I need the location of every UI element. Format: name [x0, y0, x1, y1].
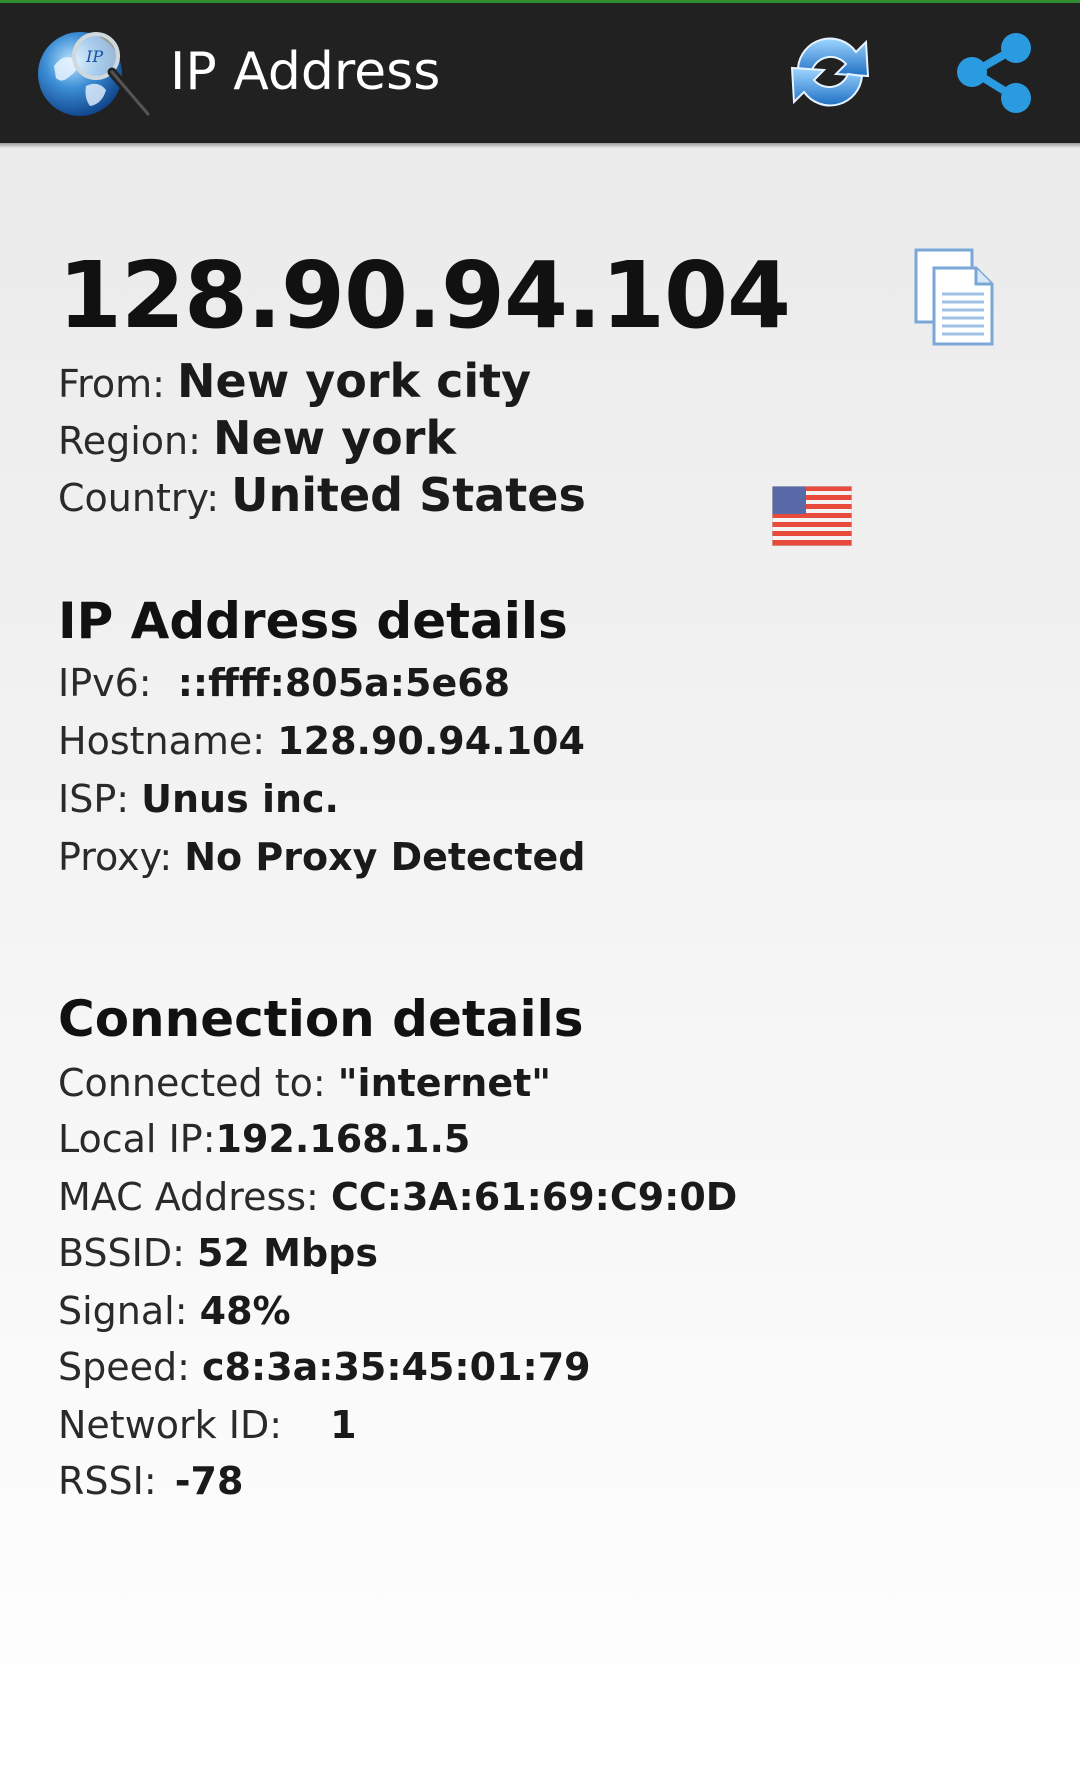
network-id-row: Network ID: 1 [58, 1402, 357, 1448]
isp-row: ISP: Unus inc. [58, 776, 339, 822]
from-label: From: [58, 362, 165, 406]
region-row: Region: New york [58, 415, 456, 464]
mac-value: CC:3A:61:69:C9:0D [330, 1175, 738, 1219]
ip-address-value[interactable]: 128.90.94.104 [58, 246, 791, 346]
action-bar [0, 3, 1080, 143]
app-title: IP Address [170, 42, 441, 102]
country-row: Country: United States [58, 472, 586, 521]
country-value: United States [231, 468, 586, 522]
hostname-value: 128.90.94.104 [277, 719, 585, 763]
from-row: From: New york city [58, 358, 531, 407]
globe-magnifier-icon: IP [36, 26, 158, 122]
bssid-row: BSSID: 52 Mbps [58, 1230, 378, 1276]
action-bar-shadow [0, 143, 1080, 148]
rssi-value: -78 [174, 1459, 244, 1503]
ipv6-label: IPv6: [58, 661, 152, 705]
local-ip-value: 192.168.1.5 [215, 1117, 471, 1161]
connected-row: Connected to: "internet" [58, 1060, 551, 1106]
connected-value: "internet" [337, 1061, 552, 1105]
share-icon[interactable] [950, 28, 1040, 118]
signal-row: Signal: 48% [58, 1288, 291, 1334]
local-ip-label: Local IP: [58, 1117, 216, 1161]
signal-value: 48% [199, 1289, 291, 1333]
speed-row: Speed: c8:3a:35:45:01:79 [58, 1344, 591, 1390]
region-value: New york [212, 411, 457, 465]
svg-text:IP: IP [85, 47, 103, 66]
bssid-value: 52 Mbps [197, 1231, 378, 1275]
isp-label: ISP: [58, 777, 130, 821]
hostname-row: Hostname: 128.90.94.104 [58, 718, 585, 764]
ipv6-value: ::ffff:805a:5e68 [177, 661, 511, 705]
rssi-row: RSSI: -78 [58, 1458, 243, 1504]
connection-details-heading: Connection details [58, 990, 584, 1048]
rssi-label: RSSI: [58, 1459, 157, 1503]
local-ip-row: Local IP:192.168.1.5 [58, 1116, 470, 1162]
connected-label: Connected to: [58, 1061, 326, 1105]
region-label: Region: [58, 419, 201, 463]
mac-label: MAC Address: [58, 1175, 319, 1219]
bssid-label: BSSID: [58, 1231, 185, 1275]
ip-details-heading: IP Address details [58, 592, 568, 650]
network-id-value: 1 [330, 1403, 357, 1447]
hostname-label: Hostname: [58, 719, 266, 763]
speed-label: Speed: [58, 1345, 190, 1389]
mac-row: MAC Address: CC:3A:61:69:C9:0D [58, 1174, 737, 1220]
from-value: New york city [177, 354, 532, 408]
isp-value: Unus inc. [141, 777, 339, 821]
speed-value: c8:3a:35:45:01:79 [202, 1345, 591, 1389]
proxy-label: Proxy: [58, 835, 173, 879]
copy-icon[interactable] [912, 246, 998, 348]
proxy-row: Proxy: No Proxy Detected [58, 834, 586, 880]
country-label: Country: [58, 476, 219, 520]
proxy-value: No Proxy Detected [184, 835, 586, 879]
refresh-icon[interactable] [782, 24, 878, 120]
us-flag-icon [771, 485, 853, 547]
ipv6-row: IPv6: ::ffff:805a:5e68 [58, 660, 510, 706]
signal-label: Signal: [58, 1289, 188, 1333]
network-id-label: Network ID: [58, 1403, 283, 1447]
